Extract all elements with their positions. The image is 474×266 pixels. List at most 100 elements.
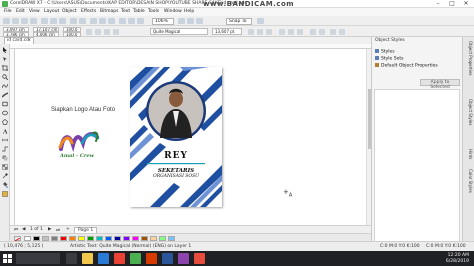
taskbar-clock[interactable]: 12:20 AM 6/28/2019 xyxy=(446,253,469,264)
full-screen-icon[interactable] xyxy=(178,18,185,24)
instruction-text[interactable]: Siapkan Logo Atau Foto xyxy=(51,107,115,113)
lock-ratio-icon[interactable] xyxy=(86,29,92,35)
powerpoint-icon[interactable] xyxy=(146,253,157,264)
font-name-dropdown[interactable]: Quite Magical xyxy=(150,28,208,35)
minimize-button[interactable]: – xyxy=(431,0,445,8)
edge-browser-icon[interactable] xyxy=(98,253,109,264)
color-swatch[interactable] xyxy=(78,235,85,241)
card-organization[interactable]: ORGANISASI SOSU xyxy=(130,174,222,179)
apply-to-selected-button[interactable]: Apply to Selected xyxy=(420,79,460,90)
color-swatch[interactable] xyxy=(150,235,157,241)
polygon-tool-icon[interactable] xyxy=(2,119,8,125)
color-swatch[interactable] xyxy=(60,235,67,241)
open-icon[interactable] xyxy=(12,18,19,24)
color-swatch[interactable] xyxy=(33,235,40,241)
drop-shadow-tool-icon[interactable] xyxy=(2,155,8,161)
vertical-text-icon[interactable] xyxy=(339,29,345,35)
color-swatch[interactable] xyxy=(87,235,94,241)
crop-tool-icon[interactable] xyxy=(2,65,8,71)
color-swatch[interactable] xyxy=(42,235,49,241)
windows-start-icon[interactable] xyxy=(3,253,12,264)
menu-window[interactable]: Window xyxy=(164,9,182,14)
edit-text-icon[interactable] xyxy=(319,29,325,35)
pick-tool-icon[interactable] xyxy=(2,47,8,53)
rulers-icon[interactable] xyxy=(187,18,194,24)
save-icon[interactable] xyxy=(21,18,28,24)
document-tab[interactable]: id card.cdr × xyxy=(4,37,34,44)
rotation-icon[interactable] xyxy=(95,29,101,35)
ellipse-tool-icon[interactable] xyxy=(2,110,8,116)
close-button[interactable]: ✕ xyxy=(459,0,473,8)
color-swatch[interactable] xyxy=(51,235,58,241)
paste-icon[interactable] xyxy=(59,18,66,24)
connector-tool-icon[interactable] xyxy=(2,146,8,152)
copy-icon[interactable] xyxy=(50,18,57,24)
color-swatch[interactable] xyxy=(159,235,166,241)
task-view-icon[interactable] xyxy=(66,253,77,264)
color-swatch[interactable] xyxy=(105,235,112,241)
menu-tools[interactable]: Tools xyxy=(148,9,159,14)
grid-icon[interactable] xyxy=(196,18,203,24)
welcome-screen-icon[interactable] xyxy=(137,18,144,24)
menu-bitmaps[interactable]: Bitmaps xyxy=(100,9,118,14)
card-name[interactable]: REY xyxy=(130,151,222,161)
maximize-button[interactable]: □ xyxy=(445,0,459,8)
options-gear-icon[interactable] xyxy=(257,18,264,24)
color-swatch[interactable] xyxy=(69,235,76,241)
coreldraw-taskbar-icon[interactable] xyxy=(130,253,141,264)
interactive-fill-tool-icon[interactable] xyxy=(2,182,8,188)
color-swatch[interactable] xyxy=(132,235,139,241)
file-explorer-icon[interactable] xyxy=(82,253,93,264)
mirror-vertical-icon[interactable] xyxy=(113,29,119,35)
menu-view[interactable]: View xyxy=(29,9,40,14)
parallel-dimension-tool-icon[interactable] xyxy=(2,137,8,143)
tab-object-properties[interactable]: Object Properties xyxy=(465,41,473,76)
snap-to-dropdown[interactable]: Snap To xyxy=(226,17,252,25)
import-icon[interactable] xyxy=(99,18,106,24)
color-swatch[interactable] xyxy=(168,235,175,241)
smart-fill-tool-icon[interactable] xyxy=(2,191,8,197)
color-swatch[interactable] xyxy=(123,235,130,241)
transparency-tool-icon[interactable] xyxy=(2,164,8,170)
height-field[interactable]: 4,006 cm xyxy=(33,32,59,37)
menu-edit[interactable]: Edit xyxy=(16,9,25,14)
mirror-horizontal-icon[interactable] xyxy=(104,29,110,35)
cut-icon[interactable] xyxy=(41,18,48,24)
eyedropper-tool-icon[interactable] xyxy=(2,173,8,179)
no-color-swatch[interactable] xyxy=(14,235,21,241)
artistic-media-tool-icon[interactable] xyxy=(2,92,8,98)
add-page-icon[interactable]: + xyxy=(66,227,70,232)
publish-pdf-icon[interactable] xyxy=(119,18,126,24)
color-swatch[interactable] xyxy=(96,235,103,241)
underline-icon[interactable] xyxy=(266,29,272,35)
zoom-level-field[interactable]: 106% xyxy=(152,17,174,25)
prev-page-icon[interactable]: ◀ xyxy=(22,227,25,232)
bold-icon[interactable] xyxy=(248,29,254,35)
horizontal-text-icon[interactable] xyxy=(330,29,336,35)
menu-text[interactable]: Text xyxy=(121,9,130,14)
scale-height-field[interactable]: 100,0 xyxy=(63,32,81,37)
color-swatch[interactable] xyxy=(114,235,121,241)
menu-help[interactable]: Help xyxy=(184,9,194,14)
print-icon[interactable] xyxy=(30,18,37,24)
font-size-dropdown[interactable]: 13,607 pt xyxy=(212,28,242,35)
tab-color-styles[interactable]: Color Styles xyxy=(465,169,473,193)
zoom-tool-icon[interactable] xyxy=(2,74,8,80)
rectangle-tool-icon[interactable] xyxy=(2,101,8,107)
shape-tool-icon[interactable] xyxy=(2,56,8,62)
export-icon[interactable] xyxy=(108,18,115,24)
freehand-tool-icon[interactable] xyxy=(2,83,8,89)
menu-file[interactable]: File xyxy=(4,9,12,14)
menu-table[interactable]: Table xyxy=(133,9,145,14)
bullet-list-icon[interactable] xyxy=(288,29,294,35)
next-page-icon[interactable]: ▶ xyxy=(48,227,51,232)
text-align-icon[interactable] xyxy=(279,29,285,35)
styles-item[interactable]: Styles xyxy=(375,49,395,55)
new-document-icon[interactable] xyxy=(3,18,10,24)
chrome-browser-icon[interactable] xyxy=(114,253,125,264)
word-icon[interactable] xyxy=(162,253,173,264)
style-sets-item[interactable]: Style Sets xyxy=(375,56,403,62)
redo-icon[interactable] xyxy=(79,18,86,24)
drop-cap-icon[interactable] xyxy=(297,29,303,35)
tab-object-styles[interactable]: Object Styles xyxy=(465,99,473,125)
